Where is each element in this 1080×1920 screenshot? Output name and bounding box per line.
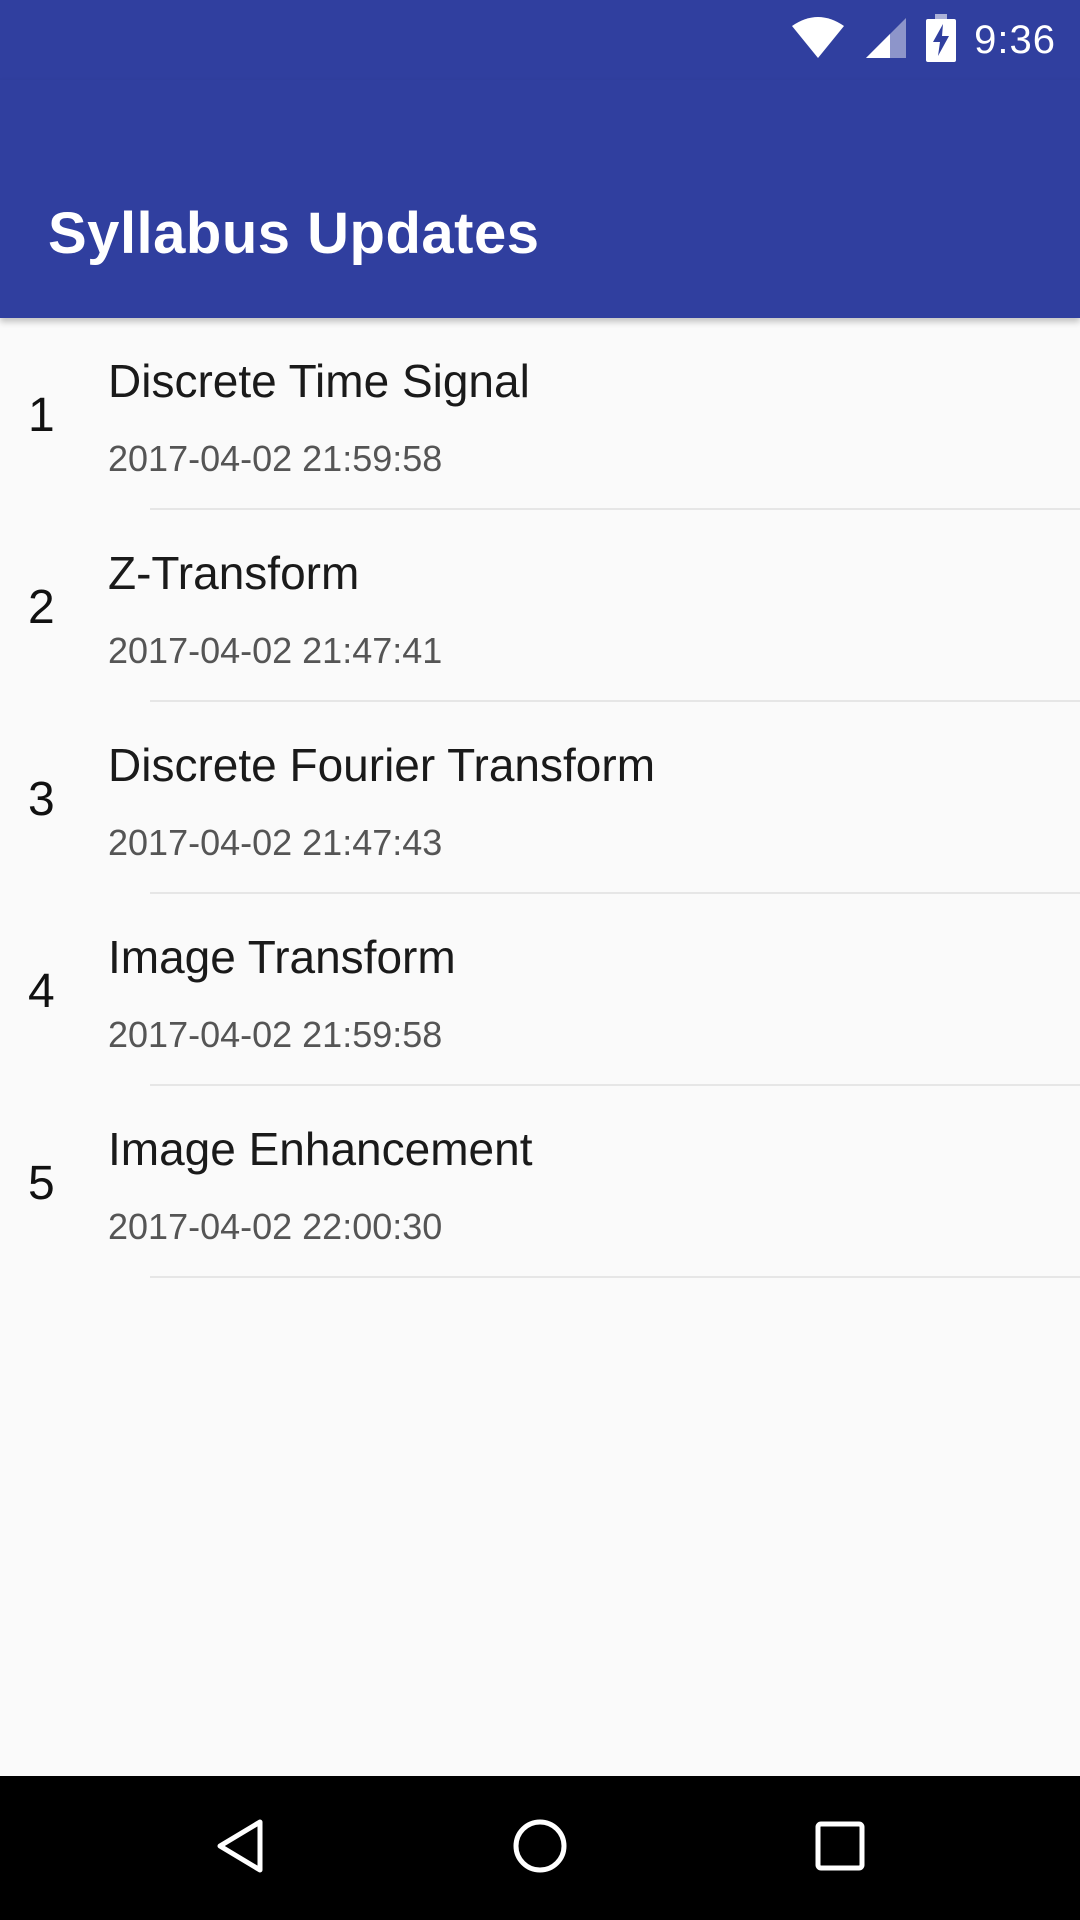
list-item[interactable]: 5 Image Enhancement 2017-04-02 22:00:30 <box>0 1086 1080 1278</box>
item-index: 3 <box>28 773 55 826</box>
recents-button[interactable] <box>790 1798 890 1898</box>
page-title: Syllabus Updates <box>48 201 540 266</box>
battery-charging-icon <box>926 13 957 67</box>
syllabus-list: 1 Discrete Time Signal 2017-04-02 21:59:… <box>0 318 1080 1278</box>
wifi-icon <box>790 16 846 65</box>
back-button[interactable] <box>190 1798 290 1898</box>
list-item[interactable]: 3 Discrete Fourier Transform 2017-04-02 … <box>0 702 1080 894</box>
item-date: 2017-04-02 21:47:41 <box>108 630 443 671</box>
signal-icon <box>864 16 908 65</box>
item-date: 2017-04-02 22:00:30 <box>108 1206 443 1247</box>
divider <box>150 1276 1080 1278</box>
status-icons: 9:36 <box>790 0 1056 80</box>
list-item[interactable]: 1 Discrete Time Signal 2017-04-02 21:59:… <box>0 318 1080 510</box>
navigation-bar <box>0 1776 1080 1920</box>
recents-icon <box>812 1818 868 1879</box>
app-screen: 9:36 Syllabus Updates 1 Discrete Time Si… <box>0 0 1080 1920</box>
status-time: 9:36 <box>974 17 1056 62</box>
home-icon <box>510 1816 570 1881</box>
item-index: 5 <box>28 1157 55 1210</box>
item-date: 2017-04-02 21:59:58 <box>108 1014 443 1055</box>
list-item[interactable]: 4 Image Transform 2017-04-02 21:59:58 <box>0 894 1080 1086</box>
item-index: 1 <box>28 389 55 442</box>
back-icon <box>212 1816 268 1881</box>
item-title: Image Enhancement <box>108 1123 533 1175</box>
item-index: 4 <box>28 965 55 1018</box>
item-date: 2017-04-02 21:59:58 <box>108 438 443 479</box>
item-date: 2017-04-02 21:47:43 <box>108 822 443 863</box>
item-title: Image Transform <box>108 931 456 983</box>
item-index: 2 <box>28 581 55 634</box>
item-title: Discrete Fourier Transform <box>108 739 656 791</box>
status-bar: 9:36 <box>0 0 1080 80</box>
list-item[interactable]: 2 Z-Transform 2017-04-02 21:47:41 <box>0 510 1080 702</box>
item-title: Discrete Time Signal <box>108 355 530 407</box>
home-button[interactable] <box>490 1798 590 1898</box>
item-title: Z-Transform <box>108 547 360 599</box>
app-bar: Syllabus Updates <box>0 80 1080 318</box>
